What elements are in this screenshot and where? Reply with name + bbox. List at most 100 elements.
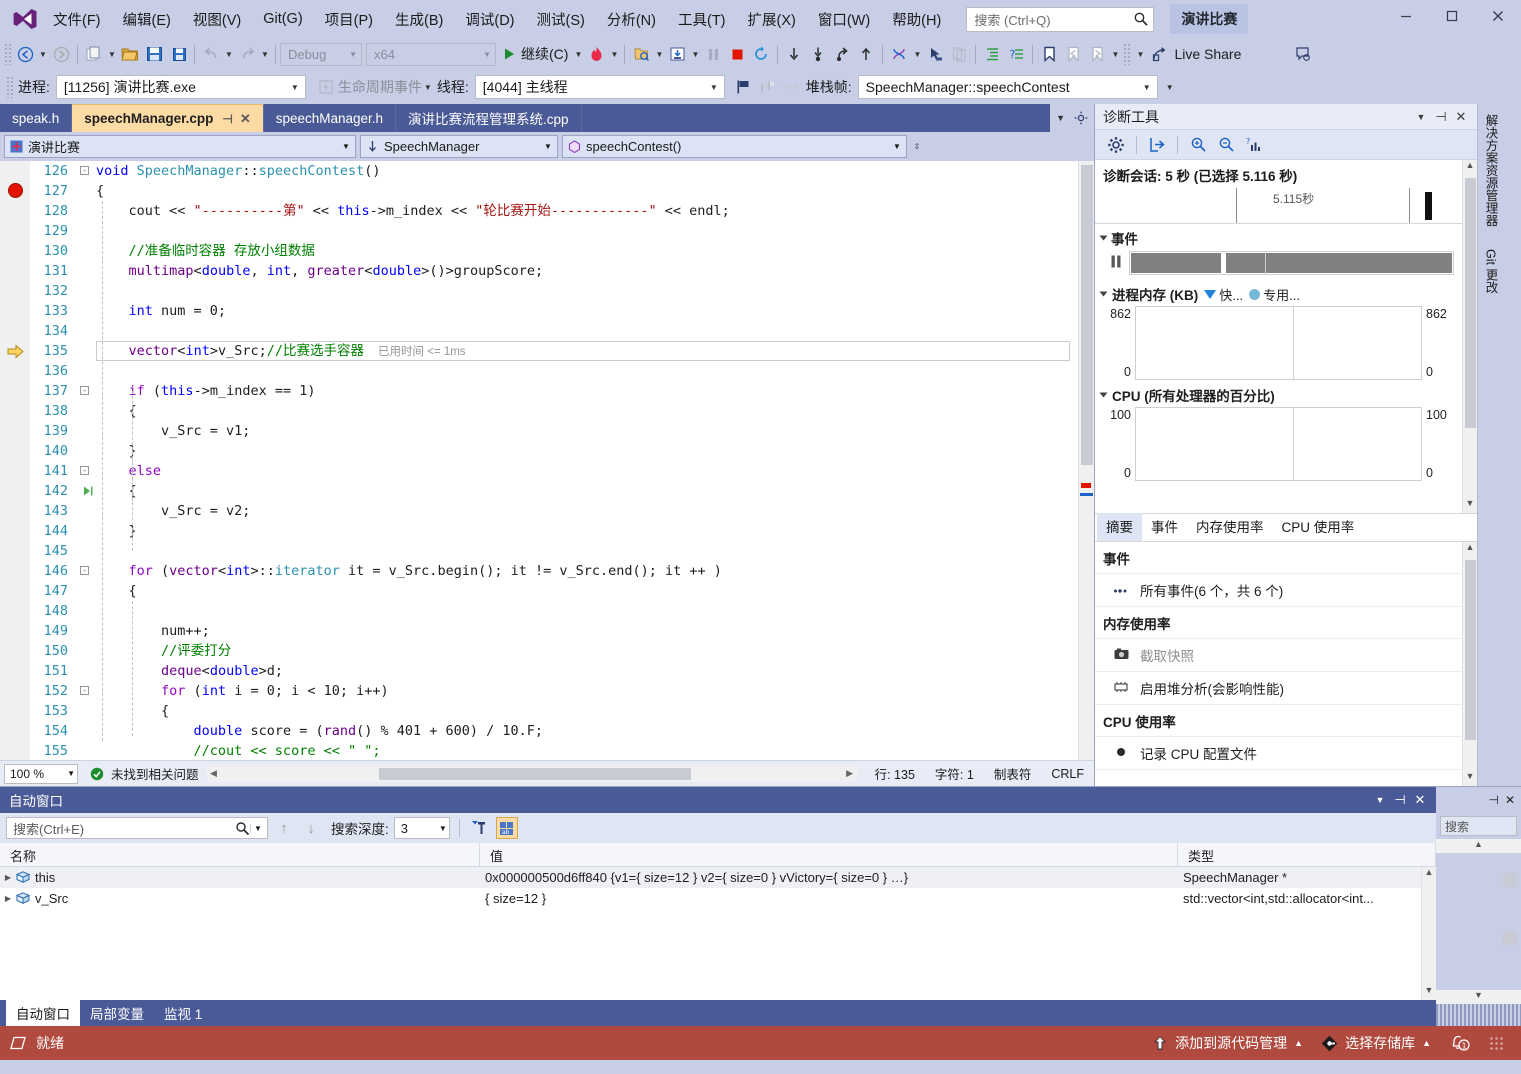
scroll-thumb[interactable]: [1465, 560, 1476, 740]
expand-icon[interactable]: ▶: [0, 873, 16, 882]
undo-dropdown-icon[interactable]: ▼: [223, 42, 235, 66]
show-next-statement-icon[interactable]: [629, 42, 653, 66]
stackframe-select[interactable]: SpeechManager::speechContest ▼: [857, 75, 1158, 99]
close-icon[interactable]: ✕: [240, 111, 251, 127]
code-line[interactable]: //cout << score << " ";: [96, 741, 1078, 760]
undo-icon[interactable]: [199, 42, 223, 66]
cpu-section-header[interactable]: CPU (所有处理器的百分比): [1095, 382, 1462, 407]
tab-main-cpp[interactable]: 演讲比赛流程管理系统.cpp: [396, 104, 582, 132]
new-project-dropdown-icon[interactable]: ▼: [106, 42, 118, 66]
maximize-button[interactable]: [1429, 0, 1475, 32]
code-line[interactable]: [96, 361, 1078, 381]
pin-icon[interactable]: ⊣: [222, 112, 232, 126]
show-next-statement-dropdown-icon[interactable]: ▼: [653, 42, 665, 66]
events-section-header[interactable]: 事件: [1095, 224, 1462, 251]
menu-tools[interactable]: 工具(T): [667, 3, 737, 36]
run-to-cursor-icon[interactable]: [82, 485, 94, 500]
outlining-collapse-icon[interactable]: -: [80, 386, 89, 395]
select-element-icon[interactable]: [923, 42, 947, 66]
continue-dropdown-icon[interactable]: ▼: [572, 42, 584, 66]
step-into-icon[interactable]: [782, 42, 806, 66]
code-line[interactable]: cout << "----------第" << this->m_index <…: [96, 201, 1078, 221]
new-project-icon[interactable]: [82, 42, 106, 66]
navigate-forward-icon[interactable]: [49, 42, 73, 66]
solution-configuration-select[interactable]: Debug ▼: [280, 42, 362, 66]
pane-dropdown-icon[interactable]: ▼: [1411, 112, 1431, 122]
code-line[interactable]: multimap<double, int, greater<double>()>…: [96, 261, 1078, 281]
diagnostics-vertical-scrollbar[interactable]: ▲ ▼: [1462, 160, 1477, 513]
summary-enable-heap-row[interactable]: 启用堆分析(会影响性能): [1095, 672, 1462, 705]
zoom-out-icon[interactable]: [1213, 133, 1239, 157]
dock-tab-git-changes[interactable]: Git 更改: [1479, 245, 1504, 297]
code-line[interactable]: for (vector<int>::iterator it = v_Src.be…: [96, 561, 1078, 581]
restart-icon[interactable]: [749, 42, 773, 66]
code-line[interactable]: for (int i = 0; i < 10; i++): [96, 681, 1078, 701]
search-previous-icon[interactable]: ↑: [273, 817, 295, 839]
scroll-thumb[interactable]: [378, 767, 691, 780]
thread-select[interactable]: [4044] 主线程 ▼: [474, 75, 725, 99]
scroll-thumb[interactable]: [1465, 178, 1476, 428]
code-line[interactable]: v_Src = v2;: [96, 501, 1078, 521]
tab-locals[interactable]: 局部变量: [80, 1000, 154, 1026]
thread-link-icon[interactable]: [779, 75, 803, 99]
lifecycle-events-dropdown-icon[interactable]: ▼: [422, 75, 434, 99]
tab-cpu-usage[interactable]: CPU 使用率: [1273, 513, 1364, 541]
window-resize-grip[interactable]: [1489, 1036, 1503, 1050]
flag-icon[interactable]: [731, 75, 755, 99]
menu-project[interactable]: 项目(P): [314, 3, 384, 36]
pin-icon[interactable]: ⊣: [1431, 109, 1451, 125]
tab-autos[interactable]: 自动窗口: [6, 1000, 80, 1026]
summary-vertical-scrollbar[interactable]: ▲ ▼: [1462, 542, 1477, 786]
comment-icon[interactable]: ?: [1004, 42, 1028, 66]
indent-icon[interactable]: [980, 42, 1004, 66]
column-header-type[interactable]: 类型: [1178, 843, 1436, 866]
code-line[interactable]: }: [96, 521, 1078, 541]
scroll-up-icon[interactable]: ▲: [1463, 542, 1477, 557]
hot-reload-dropdown-icon[interactable]: ▼: [608, 42, 620, 66]
live-share-button[interactable]: Live Share: [1146, 42, 1247, 66]
column-header-value[interactable]: 值: [480, 843, 1178, 866]
bookmark-dropdown-icon[interactable]: ▼: [1109, 42, 1121, 66]
menu-window[interactable]: 窗口(W): [807, 3, 881, 36]
search-depth-select[interactable]: 3 ▼: [393, 817, 450, 839]
toolbar-overflow-grip[interactable]: [1123, 43, 1133, 65]
open-file-icon[interactable]: [118, 42, 142, 66]
process-select[interactable]: [11256] 演讲比赛.exe ▼: [55, 75, 306, 99]
preview-settings-icon[interactable]: [1074, 111, 1088, 125]
hot-reload-icon[interactable]: [584, 42, 608, 66]
expand-icon[interactable]: ▶: [0, 894, 16, 903]
code-line[interactable]: {: [96, 581, 1078, 601]
code-line[interactable]: int num = 0;: [96, 301, 1078, 321]
show-graph-help-icon[interactable]: ?: [1241, 133, 1267, 157]
global-search-input[interactable]: 搜索 (Ctrl+Q): [966, 6, 1155, 32]
menu-build[interactable]: 生成(B): [384, 3, 454, 36]
navbar-class-select[interactable]: SpeechManager ▼: [360, 135, 558, 158]
code-line[interactable]: {: [96, 401, 1078, 421]
code-line[interactable]: [96, 281, 1078, 301]
show-raw-values-icon[interactable]: ab: [495, 817, 518, 839]
navbar-split-icon[interactable]: ⇳: [911, 135, 923, 159]
code-line[interactable]: [96, 541, 1078, 561]
tab-speechmanager-h[interactable]: speechManager.h: [264, 104, 397, 132]
navbar-member-select[interactable]: speechContest() ▼: [562, 135, 907, 158]
code-line[interactable]: num++;: [96, 621, 1078, 641]
close-icon[interactable]: ✕: [1410, 792, 1430, 808]
stop-debugging-icon[interactable]: [725, 42, 749, 66]
toolbar-overflow-icon[interactable]: ▼: [1134, 42, 1146, 66]
code-line[interactable]: //准备临时容器 存放小组数据: [96, 241, 1078, 261]
redo-icon[interactable]: [235, 42, 259, 66]
code-line[interactable]: else: [96, 461, 1078, 481]
scroll-down-icon[interactable]: ▼: [1436, 990, 1521, 1004]
events-track[interactable]: [1129, 251, 1454, 275]
scroll-left-icon[interactable]: ◀: [207, 768, 221, 779]
break-all-icon[interactable]: [701, 42, 725, 66]
copy-element-icon[interactable]: [947, 42, 971, 66]
scroll-up-icon[interactable]: ▲: [1422, 867, 1436, 882]
outlining-collapse-icon[interactable]: -: [80, 686, 89, 695]
autos-vertical-scrollbar[interactable]: ▲ ▼: [1421, 867, 1436, 1000]
dock-tab-solution-explorer[interactable]: 解决方案资源管理器: [1479, 110, 1504, 231]
export-icon[interactable]: [1144, 133, 1170, 157]
side-scrollbar[interactable]: ▲ ▼: [1436, 839, 1521, 1004]
outlining-collapse-icon[interactable]: -: [80, 566, 89, 575]
tab-events[interactable]: 事件: [1142, 513, 1187, 541]
